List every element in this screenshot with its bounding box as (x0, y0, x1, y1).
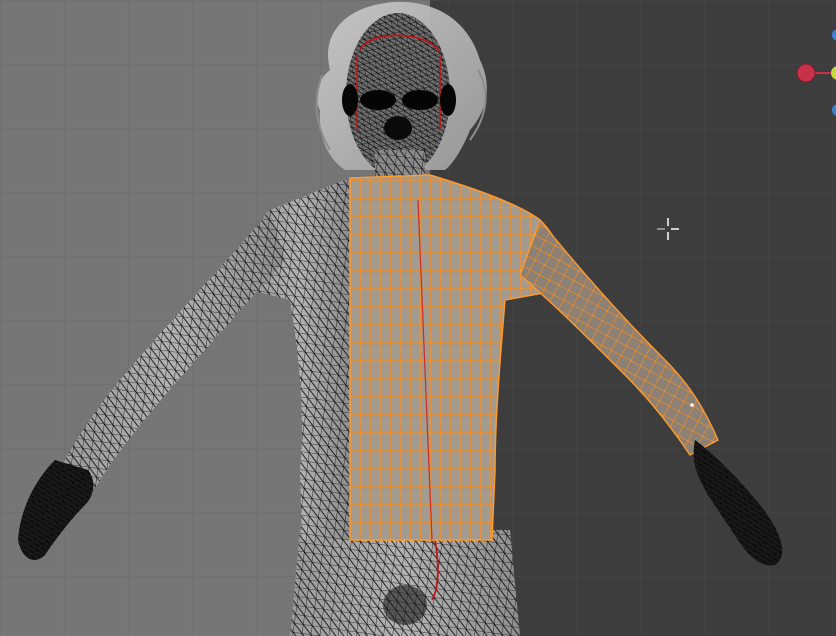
hips-mesh[interactable] (290, 530, 520, 636)
3d-viewport[interactable] (0, 0, 836, 636)
viewport-canvas[interactable] (0, 0, 836, 636)
